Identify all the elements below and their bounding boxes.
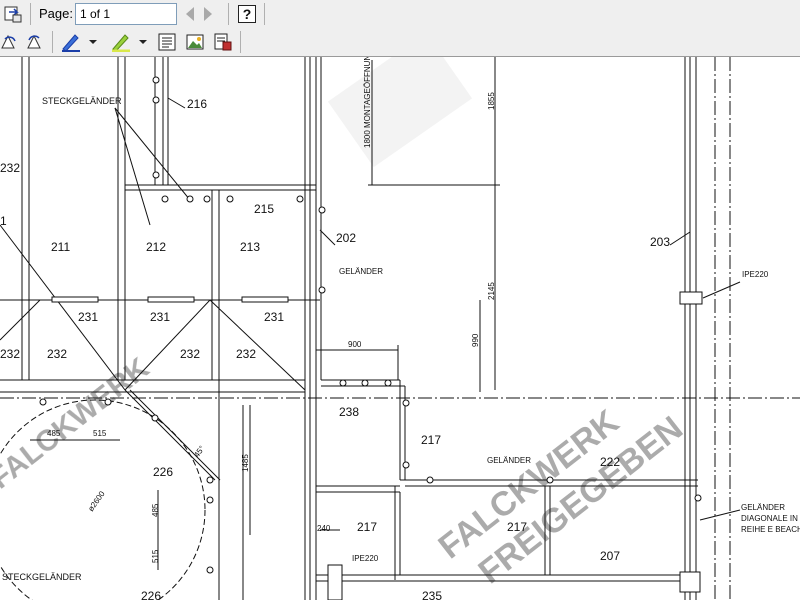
highlighter-icon bbox=[112, 34, 130, 52]
technical-drawing: FALCKWERK FREIGEGEBEN FALCKWERK STECKGEL… bbox=[0, 57, 800, 600]
arrow-left-icon bbox=[186, 7, 194, 21]
part-number: 1 bbox=[0, 214, 7, 228]
part-number: 232 bbox=[0, 347, 20, 361]
help-button[interactable]: ? bbox=[236, 3, 258, 25]
pen-tool-button[interactable] bbox=[60, 31, 82, 53]
stamp-tool-button[interactable] bbox=[212, 31, 234, 53]
diagonal-note-label: DIAGONALE IN V bbox=[741, 514, 800, 523]
gelaender-label: GELÄNDER bbox=[339, 267, 383, 276]
dimension-label: 990 bbox=[471, 333, 480, 347]
dimension-label: 900 bbox=[348, 340, 362, 349]
dimension-label: 485 bbox=[47, 429, 61, 438]
page-number-input[interactable] bbox=[75, 3, 177, 25]
toolbar-separator bbox=[228, 3, 229, 25]
part-number: 232 bbox=[236, 347, 256, 361]
svg-text:?: ? bbox=[243, 6, 252, 22]
fit-page-icon bbox=[4, 6, 22, 23]
part-number: 217 bbox=[507, 520, 527, 534]
steckgelaender-label: STECKGELÄNDER bbox=[2, 572, 82, 582]
diameter-label: ø2600 bbox=[86, 489, 107, 513]
angle-label: 45° bbox=[192, 444, 206, 459]
arrow-right-icon bbox=[204, 7, 212, 21]
part-number: 212 bbox=[146, 240, 166, 254]
part-number: 226 bbox=[153, 465, 173, 479]
toolbar-separator bbox=[264, 3, 265, 25]
highlighter-tool-button[interactable] bbox=[110, 31, 132, 53]
pen-icon bbox=[62, 34, 80, 52]
image-icon bbox=[186, 34, 204, 50]
dimension-label: 2145 bbox=[487, 282, 496, 300]
text-note-button[interactable] bbox=[156, 31, 178, 53]
watermark: FALCKWERK FREIGEGEBEN FALCKWERK bbox=[0, 57, 690, 591]
part-number: 202 bbox=[336, 231, 356, 245]
dimension-label: 1485 bbox=[241, 454, 250, 472]
part-number: 217 bbox=[357, 520, 377, 534]
part-number: 226 bbox=[141, 589, 161, 600]
part-number: 232 bbox=[47, 347, 67, 361]
svg-text:FALCKWERK: FALCKWERK bbox=[0, 351, 156, 495]
dimension-label: 1855 bbox=[487, 92, 496, 110]
part-number: 232 bbox=[180, 347, 200, 361]
diagonal-note-label: REIHE E BEACHT bbox=[741, 525, 800, 534]
highlighter-options-dropdown[interactable] bbox=[136, 31, 150, 53]
help-icon: ? bbox=[238, 5, 256, 23]
rotate-right-icon bbox=[27, 34, 41, 49]
insert-image-button[interactable] bbox=[184, 31, 206, 53]
rotate-left-button[interactable] bbox=[0, 31, 20, 53]
document-viewer[interactable]: FALCKWERK FREIGEGEBEN FALCKWERK STECKGEL… bbox=[0, 57, 800, 600]
part-number: 211 bbox=[51, 240, 70, 254]
dimension-label: 485 bbox=[151, 503, 160, 517]
ipe-profile-label: IPE220 bbox=[742, 270, 769, 279]
dimension-label: 240 bbox=[317, 524, 331, 533]
pen-options-dropdown[interactable] bbox=[86, 31, 100, 53]
part-number: 232 bbox=[0, 161, 20, 175]
part-number: 213 bbox=[240, 240, 260, 254]
gelaender-label: GELÄNDER bbox=[741, 503, 785, 512]
toolbar-annotation bbox=[0, 28, 800, 57]
part-number: 203 bbox=[650, 235, 670, 249]
stamp-icon bbox=[214, 33, 232, 51]
toolbar-separator bbox=[52, 31, 53, 53]
next-page-button[interactable] bbox=[197, 3, 219, 25]
part-number: 231 bbox=[150, 310, 170, 324]
part-number: 231 bbox=[264, 310, 284, 324]
chevron-down-icon bbox=[139, 40, 147, 44]
part-number: 216 bbox=[187, 97, 207, 111]
part-number: 217 bbox=[421, 433, 441, 447]
dimension-label: 515 bbox=[151, 549, 160, 563]
toolbar-separator bbox=[240, 31, 241, 53]
ipe-profile-label: IPE220 bbox=[352, 554, 379, 563]
chevron-down-icon bbox=[89, 40, 97, 44]
part-number: 207 bbox=[600, 549, 620, 563]
toolbar-top: Page: ? bbox=[0, 0, 800, 29]
gelaender-label: GELÄNDER bbox=[487, 456, 531, 465]
toolbar-separator bbox=[30, 3, 31, 25]
montage-opening-label: 1800 MONTAGEÖFFNUN bbox=[363, 57, 372, 148]
part-number: 235 bbox=[422, 589, 442, 600]
rotate-left-icon bbox=[1, 34, 16, 49]
fit-page-button[interactable] bbox=[2, 3, 24, 25]
part-number: 222 bbox=[600, 455, 620, 469]
dimension-labels: 1855 2145 990 900 485 515 1485 485 515 2… bbox=[47, 92, 496, 563]
dimension-label: 515 bbox=[93, 429, 107, 438]
page-label: Page: bbox=[39, 6, 73, 21]
text-note-icon bbox=[158, 33, 176, 51]
part-number: 215 bbox=[254, 202, 274, 216]
rotate-right-button[interactable] bbox=[24, 31, 46, 53]
part-number: 231 bbox=[78, 310, 98, 324]
part-number: 238 bbox=[339, 405, 359, 419]
steckgelaender-label: STECKGELÄNDER bbox=[42, 96, 122, 106]
